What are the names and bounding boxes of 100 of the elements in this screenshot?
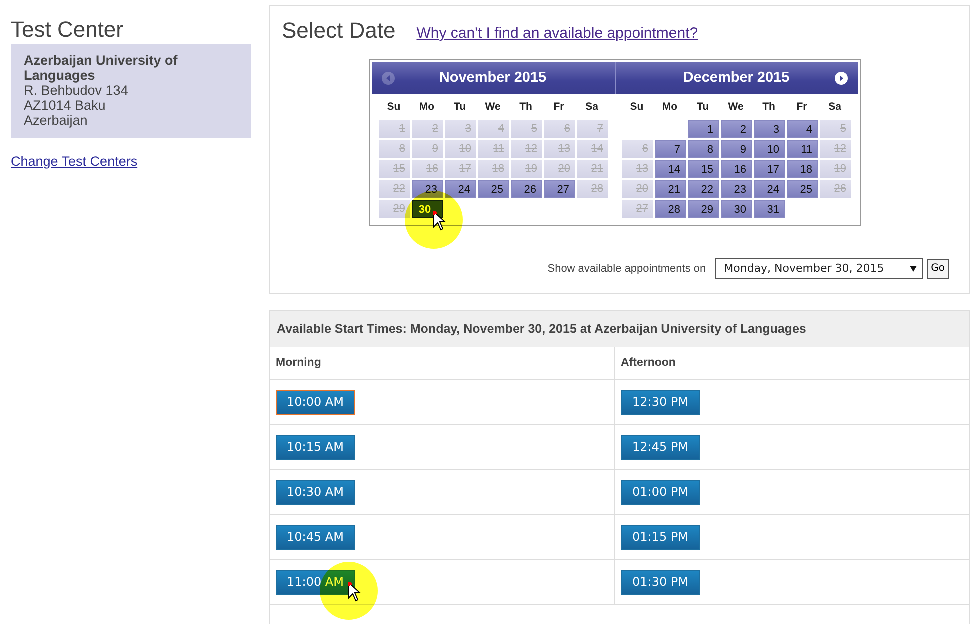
calendar-day[interactable]: 29 [688,200,718,218]
calendar-day: 7 [576,120,608,138]
calendar-day[interactable]: 31 [754,200,784,218]
calendar-day[interactable]: 17 [754,160,784,178]
calendar-day: 8 [378,140,410,158]
calendar-day: 5 [510,120,542,138]
calendar-day: 12 [510,140,542,158]
calendar-day[interactable]: 21 [654,180,686,198]
calendar-day: 1 [378,120,410,138]
calendar-day: 2 [412,120,442,138]
calendar-day[interactable]: 1 [688,120,718,138]
calendar-day: 19 [510,160,542,178]
calendar-day: 27 [622,200,652,218]
section-heading: Select Date [282,18,396,44]
time-slot-button[interactable]: 12:30 PM [621,390,700,414]
test-center-name: Azerbaijan University of Languages [24,53,179,83]
weekday-label: Th [518,100,534,115]
calendar-day: 6 [544,120,574,138]
address-line: AZ1014 Baku [24,98,107,113]
weekday-label: Fr [552,100,566,115]
mouse-pointer-icon [432,211,446,231]
calendar-day[interactable]: 2 [720,120,752,138]
month-title: November 2015 [439,70,547,86]
calendar-day: 19 [820,160,850,178]
time-slot-button[interactable]: 10:15 AM [276,434,355,460]
calendar-day: 10 [444,140,476,158]
time-slot-button[interactable]: 10:45 AM [276,524,355,550]
calendar-day: 17 [444,160,476,178]
calendar-day: 13 [544,140,574,158]
weekday-label: Fr [796,100,808,115]
calendar-day: 15 [378,160,410,178]
calendar-day[interactable]: 9 [720,140,752,158]
calendar-day[interactable]: 25 [478,180,508,198]
time-slot-button[interactable]: 01:30 PM [621,570,700,594]
calendar-day[interactable]: 7 [654,140,686,158]
help-link[interactable]: Why can't I find an available appointment? [416,25,698,42]
weekday-label: Mo [661,100,679,115]
calendar-day: 21 [576,160,608,178]
calendar-day[interactable]: 25 [786,180,818,198]
calendar-day: 3 [444,120,476,138]
calendar-day[interactable]: 18 [786,160,818,178]
start-times-title: Available Start Times: Monday, November 30, 2015 at Azerbaijan University of Languages [270,311,969,347]
time-slot-button[interactable]: 01:15 PM [621,524,700,550]
date-dropdown[interactable]: Monday, November 30, 2015 [715,258,924,279]
calendar-day: 11 [478,140,508,158]
calendar-day: 20 [544,160,574,178]
dropdown-arrow-icon [910,266,918,272]
calendar-day[interactable]: 30 [720,200,752,218]
calendar-day[interactable]: 3 [754,120,784,138]
calendar-day: 5 [820,120,850,138]
calendar-day[interactable]: 27 [544,180,574,198]
calendar-day[interactable]: 24 [444,180,476,198]
calendar-day[interactable]: 22 [688,180,718,198]
section-heading: Test Center [11,18,124,42]
weekday-label: Th [762,100,776,115]
column-heading: Afternoon [615,347,969,380]
show-appointments-label: Show available appointments on [548,262,706,274]
calendar-day: 16 [412,160,442,178]
weekday-label: Su [629,100,645,115]
calendar-day[interactable]: 15 [688,160,718,178]
weekday-label: Sa [584,100,600,115]
calendar-day[interactable]: 11 [786,140,818,158]
calendar-day: 26 [820,180,850,198]
calendar-day[interactable]: 14 [654,160,686,178]
time-slot-button[interactable]: 12:45 PM [621,434,700,460]
address-line: Azerbaijan [24,113,89,128]
go-button[interactable]: Go [927,258,949,278]
calendar-day[interactable]: 4 [786,120,818,138]
time-slot-button[interactable]: 01:00 PM [621,480,700,504]
next-month-icon[interactable] [834,72,848,85]
address-line: R. Behbudov 134 [24,83,130,98]
time-slot-button[interactable]: 10:00 AM [276,390,355,414]
calendar-day[interactable]: 23 [720,180,752,198]
calendar-day: 13 [622,160,652,178]
calendar-day[interactable]: 24 [754,180,784,198]
weekday-label: Tu [452,100,468,115]
calendar-day[interactable]: 28 [654,200,686,218]
calendar-day[interactable]: 8 [688,140,718,158]
change-test-centers-link[interactable]: Change Test Centers [11,154,138,169]
calendar-day: 20 [622,180,652,198]
column-heading: Morning [270,347,614,380]
calendar-day: 4 [478,120,508,138]
calendar-day: 9 [412,140,442,158]
calendar-day: 22 [378,180,410,198]
calendar-day: 29 [378,200,410,218]
calendar-day: 12 [820,140,850,158]
calendar-day: 28 [576,180,608,198]
month-title: December 2015 [683,70,790,86]
weekday-label: Su [386,100,402,115]
calendar-day[interactable]: 10 [754,140,784,158]
weekday-label: Tu [696,100,710,115]
calendar-day: 6 [622,140,652,158]
weekday-label: We [727,100,745,115]
calendar-day[interactable]: 26 [510,180,542,198]
weekday-label: We [484,100,502,115]
calendar-day[interactable]: 16 [720,160,752,178]
time-slot-button[interactable]: 10:30 AM [276,480,355,504]
weekday-label: Mo [418,100,436,115]
calendar-day: 14 [576,140,608,158]
mouse-pointer-icon [348,582,362,602]
